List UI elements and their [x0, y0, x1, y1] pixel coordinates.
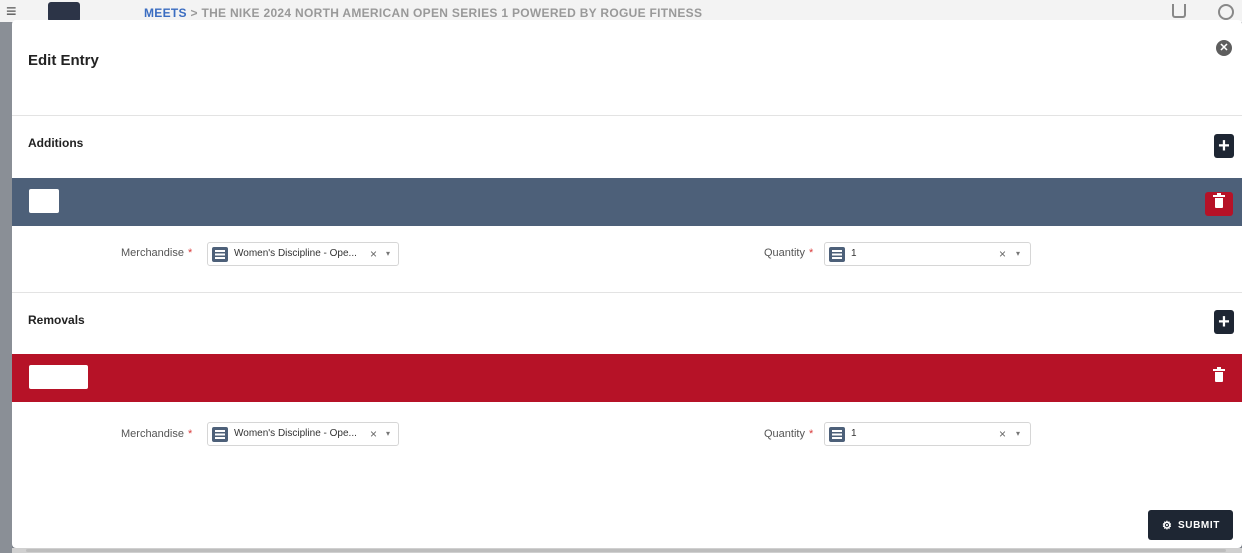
list-icon: [212, 427, 228, 442]
additions-quantity-value: 1: [851, 248, 857, 259]
removals-label: Removals: [28, 313, 85, 327]
clear-icon[interactable]: ×: [370, 427, 377, 441]
background-sidebar: [0, 22, 12, 553]
breadcrumb-meets[interactable]: MEETS: [144, 6, 187, 20]
additions-entry-header: [12, 178, 1242, 226]
gears-icon: ⚙: [1162, 520, 1173, 532]
scrollbar-thumb[interactable]: [26, 549, 1226, 552]
submit-button[interactable]: ⚙ SUBMIT: [1148, 510, 1233, 540]
edit-entry-modal: Edit Entry ✕ Additions + Merchandise * Wo…: [12, 20, 1242, 548]
clear-icon[interactable]: ×: [999, 247, 1006, 261]
additions-quantity-label: Quantity *: [764, 247, 814, 259]
divider: [12, 292, 1242, 293]
hamburger-menu-icon[interactable]: ≡: [6, 2, 17, 20]
trash-icon: [1213, 367, 1225, 382]
additions-merchandise-value: Women's Discipline - Ope...: [234, 248, 357, 259]
trash-icon: [1213, 193, 1225, 208]
add-removal-button[interactable]: +: [1214, 310, 1234, 334]
modal-title: Edit Entry: [28, 52, 99, 69]
additions-merchandise-select[interactable]: Women's Discipline - Ope... × ▾: [207, 242, 399, 266]
chevron-down-icon[interactable]: ▾: [1016, 249, 1020, 258]
breadcrumb: MEETS > THE NIKE 2024 NORTH AMERICAN OPE…: [144, 6, 702, 20]
delete-removal-button[interactable]: [1205, 366, 1233, 390]
chevron-down-icon[interactable]: ▾: [1016, 429, 1020, 438]
chevron-down-icon[interactable]: ▾: [386, 429, 390, 438]
removals-quantity-value: 1: [851, 428, 857, 439]
breadcrumb-current: THE NIKE 2024 NORTH AMERICAN OPEN SERIES…: [201, 6, 703, 20]
removals-merchandise-select[interactable]: Women's Discipline - Ope... × ▾: [207, 422, 399, 446]
horizontal-scrollbar[interactable]: [12, 548, 1242, 553]
cart-icon[interactable]: [1172, 4, 1186, 18]
removals-entry-header: [12, 354, 1242, 402]
submit-label: SUBMIT: [1178, 520, 1220, 531]
add-addition-button[interactable]: +: [1214, 134, 1234, 158]
chevron-down-icon[interactable]: ▾: [386, 249, 390, 258]
additions-label: Additions: [28, 136, 84, 150]
background-header: ≡ MEETS > THE NIKE 2024 NORTH AMERICAN O…: [0, 0, 1242, 22]
list-icon: [829, 247, 845, 262]
clear-icon[interactable]: ×: [370, 247, 377, 261]
breadcrumb-separator: >: [190, 6, 198, 20]
site-logo[interactable]: [48, 2, 80, 22]
list-icon: [212, 247, 228, 262]
removals-quantity-label: Quantity *: [764, 428, 814, 440]
close-icon[interactable]: ✕: [1216, 40, 1232, 56]
user-icon[interactable]: [1218, 4, 1234, 20]
list-icon: [829, 427, 845, 442]
removals-merchandise-label: Merchandise *: [121, 428, 193, 440]
removals-entry-input[interactable]: [29, 365, 88, 389]
removals-merchandise-value: Women's Discipline - Ope...: [234, 428, 357, 439]
additions-entry-input[interactable]: [29, 189, 59, 213]
clear-icon[interactable]: ×: [999, 427, 1006, 441]
divider: [12, 115, 1242, 116]
removals-quantity-select[interactable]: 1 × ▾: [824, 422, 1031, 446]
additions-merchandise-label: Merchandise *: [121, 247, 193, 259]
additions-quantity-select[interactable]: 1 × ▾: [824, 242, 1031, 266]
delete-addition-button[interactable]: [1205, 192, 1233, 216]
